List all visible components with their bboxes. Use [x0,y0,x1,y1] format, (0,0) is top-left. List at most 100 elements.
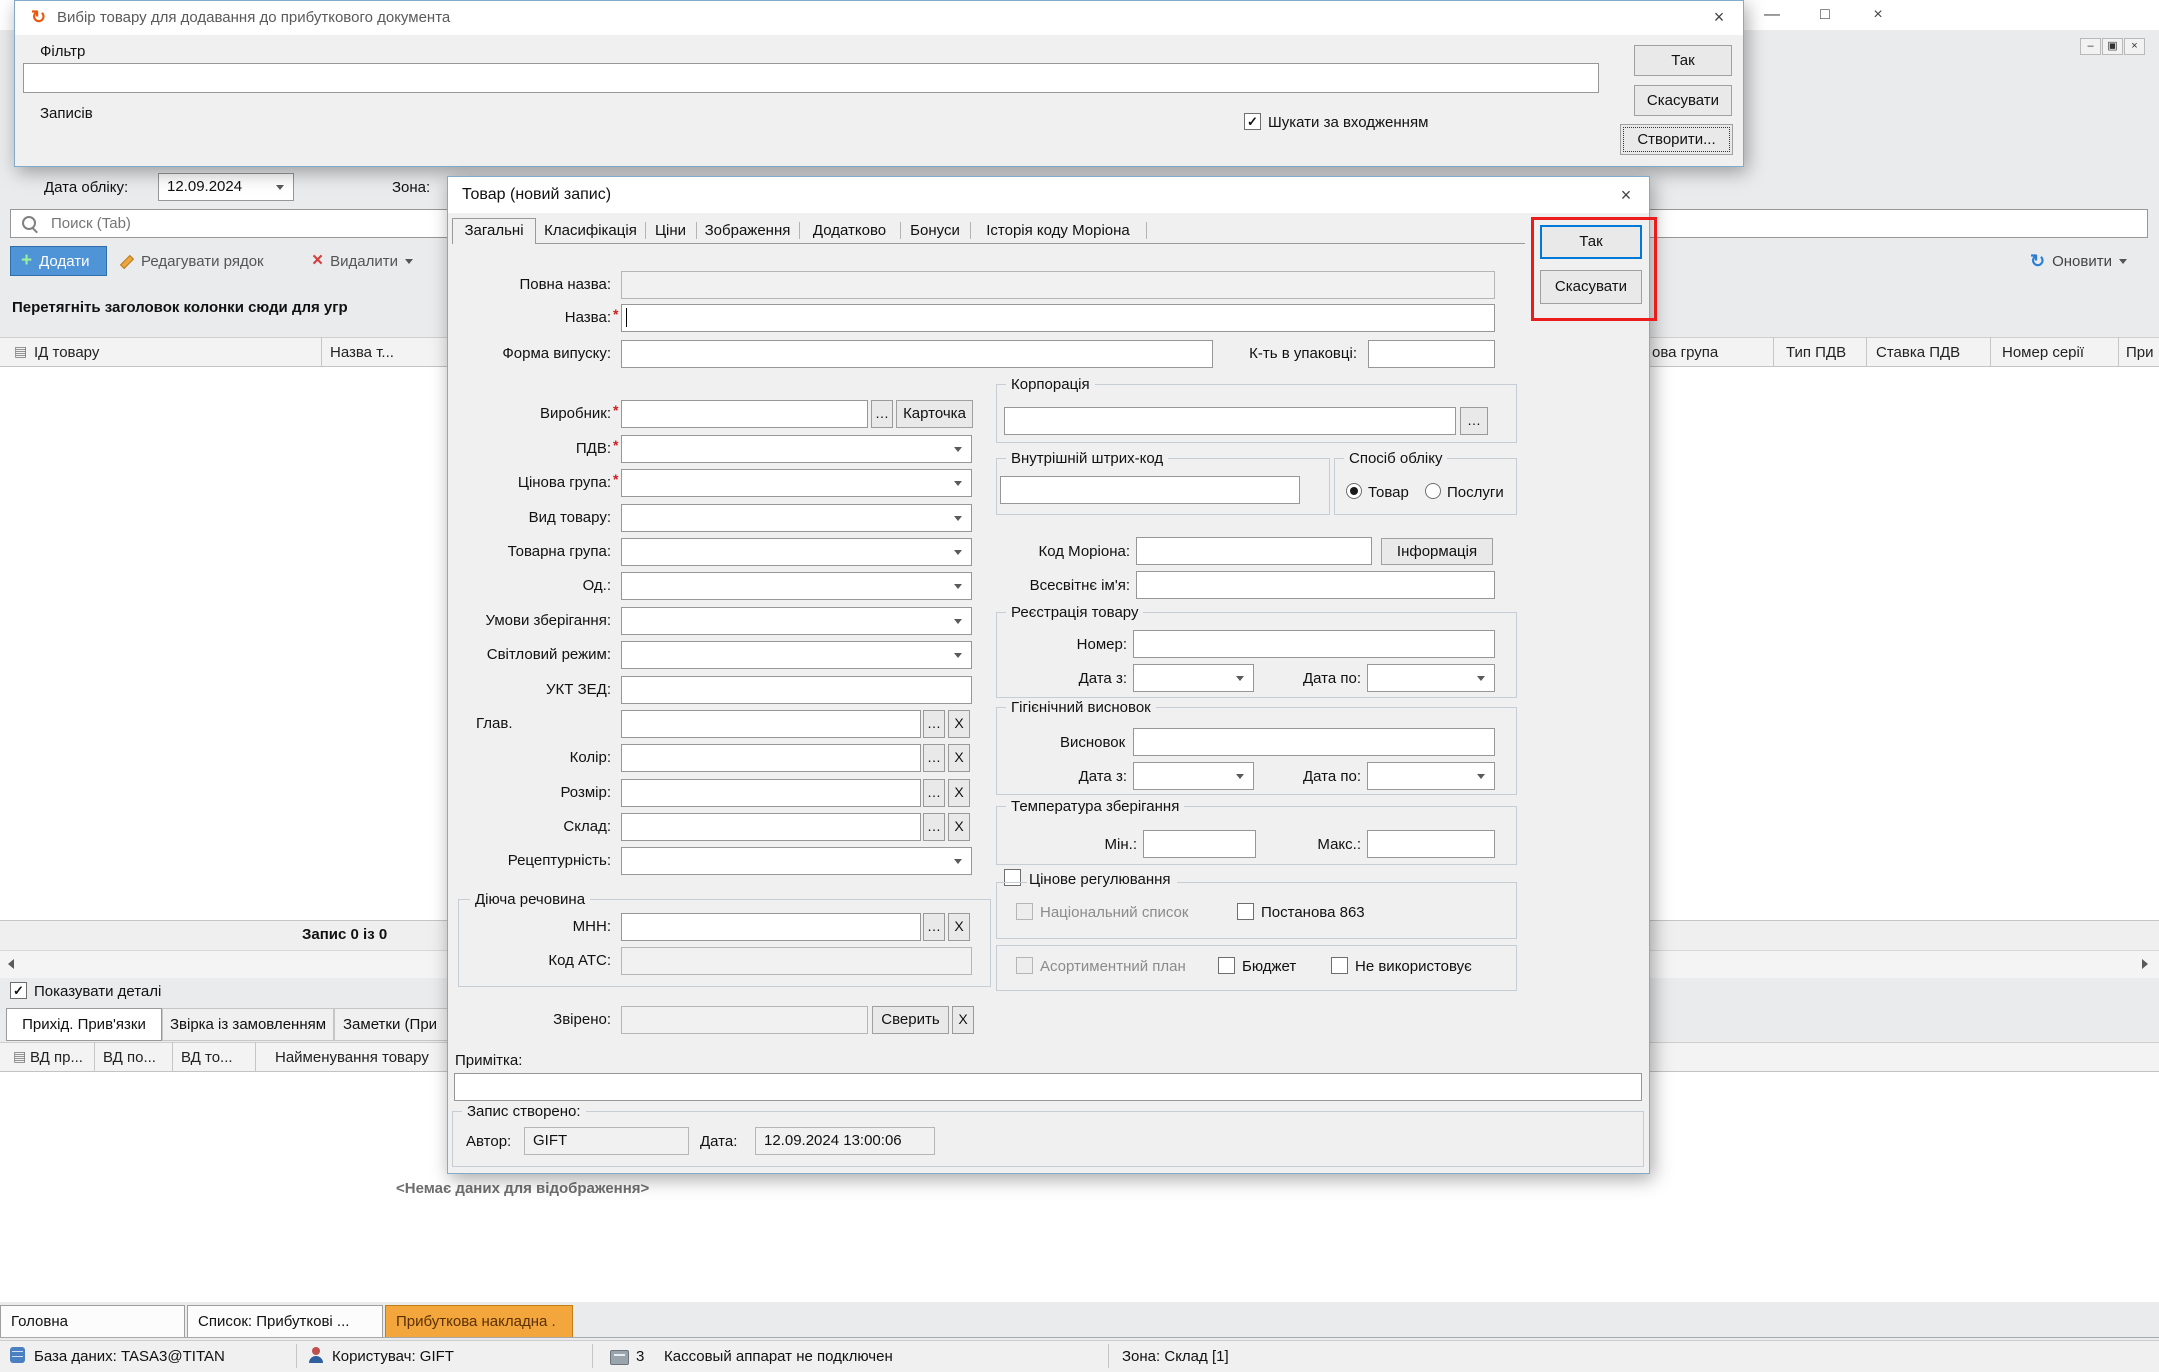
prescription-combo[interactable] [621,847,972,875]
column-header-serial[interactable]: Номер серії [2002,344,2084,361]
warehouse-field[interactable] [621,813,921,841]
ok-button[interactable]: Так [1540,225,1642,259]
delete-button[interactable]: × Видалити [312,246,440,276]
close-icon[interactable]: × [1705,6,1733,30]
verify-button[interactable]: Сверить [872,1006,949,1034]
goods-radio[interactable] [1346,483,1362,499]
verified-clear-button[interactable]: X [952,1006,974,1034]
vat-combo[interactable] [621,435,972,463]
show-details-checkbox[interactable]: ✓ [10,982,27,999]
release-form-field[interactable] [621,340,1213,368]
column-header-pri[interactable]: При [2126,344,2154,361]
decree-863-checkbox[interactable] [1237,903,1254,920]
tab-images[interactable]: Зображення [696,222,800,239]
budget-checkbox[interactable] [1218,957,1235,974]
product-type-combo[interactable] [621,504,972,532]
manufacturer-lookup-button[interactable]: … [871,400,893,428]
price-group-combo[interactable] [621,469,972,497]
glav-field[interactable] [621,710,921,738]
size-lookup-button[interactable]: … [923,779,945,807]
cancel-button[interactable]: Скасувати [1634,85,1732,116]
detail-tab-orders[interactable]: Звірка із замовленням [162,1008,334,1041]
warehouse-lookup-button[interactable]: … [923,813,945,841]
mnn-field[interactable] [621,913,921,941]
reg-date-from-combo[interactable] [1133,664,1254,692]
filter-input[interactable] [23,63,1599,93]
color-clear-button[interactable]: X [948,744,970,772]
storage-conditions-combo[interactable] [621,607,972,635]
column-header-group[interactable]: ова група [1652,344,1718,361]
refresh-button[interactable]: ↻ Оновити [2030,246,2152,276]
accounting-date-combo[interactable]: 12.09.2024 [158,173,294,201]
color-field[interactable] [621,744,921,772]
doc-tab-main[interactable]: Головна [0,1305,185,1338]
tab-prices[interactable]: Ціни [645,222,697,239]
column-header-vat-rate[interactable]: Ставка ПДВ [1876,344,1960,361]
mnn-clear-button[interactable]: X [948,913,970,941]
column-header-vat-type[interactable]: Тип ПДВ [1786,344,1846,361]
warehouse-clear-button[interactable]: X [948,813,970,841]
tab-additional[interactable]: Додатково [799,222,901,239]
color-lookup-button[interactable]: … [923,744,945,772]
light-mode-combo[interactable] [621,641,972,669]
temp-min-field[interactable] [1143,830,1256,858]
scroll-right-icon[interactable] [2142,959,2148,969]
world-name-field[interactable] [1136,571,1495,599]
filter-label: Фільтр [40,43,85,60]
conclusion-field[interactable] [1133,728,1495,756]
minimize-button[interactable]: — [1750,3,1794,27]
note-field[interactable] [454,1073,1642,1101]
maximize-button[interactable]: □ [1803,3,1847,27]
mdi-restore-button[interactable]: ▣ [2102,38,2123,55]
close-icon[interactable]: × [1612,184,1640,208]
manufacturer-field[interactable] [621,400,868,428]
information-button[interactable]: Інформація [1381,538,1493,565]
detail-tab-notes[interactable]: Заметки (При [334,1008,452,1041]
mnn-lookup-button[interactable]: … [923,913,945,941]
create-button[interactable]: Створити... [1620,124,1733,155]
mdi-close-button[interactable]: × [2124,38,2145,55]
add-button[interactable]: + Додати [10,246,107,276]
edit-row-button[interactable]: Редагувати рядок [118,246,310,276]
morion-code-field[interactable] [1136,537,1372,565]
unit-combo[interactable] [621,572,972,600]
detail-column-vd-to[interactable]: ВД то... [181,1049,233,1066]
mdi-minimize-button[interactable]: – [2080,38,2101,55]
reg-date-to-combo[interactable] [1367,664,1495,692]
reg-number-field[interactable] [1133,630,1495,658]
ukt-zed-field[interactable] [621,676,972,704]
column-header-id[interactable]: ІД товару [34,344,99,361]
detail-tab-bindings[interactable]: Прихід. Прив'язки [6,1008,162,1041]
temp-max-field[interactable] [1367,830,1495,858]
glav-lookup-button[interactable]: … [923,710,945,738]
column-header-name[interactable]: Назва т... [330,344,394,361]
pack-qty-field[interactable] [1368,340,1495,368]
card-button[interactable]: Карточка [896,400,973,428]
tab-general[interactable]: Загальні [452,218,536,244]
tab-morion-history[interactable]: Історія коду Моріона [970,222,1147,239]
doc-tab-list[interactable]: Список: Прибуткові ... [187,1305,383,1338]
name-field[interactable] [621,304,1495,332]
goods-group-combo[interactable] [621,538,972,566]
doc-tab-invoice[interactable]: Прибуткова накладна . [385,1305,573,1338]
not-used-checkbox[interactable] [1331,957,1348,974]
detail-column-vd-pr[interactable]: ВД пр... [30,1049,83,1066]
cancel-button[interactable]: Скасувати [1540,270,1642,304]
detail-column-product-name[interactable]: Найменування товару [275,1049,429,1066]
ok-button[interactable]: Так [1634,45,1732,76]
size-clear-button[interactable]: X [948,779,970,807]
tab-bonuses[interactable]: Бонуси [900,222,971,239]
barcode-field[interactable] [1000,476,1300,504]
hyg-date-to-combo[interactable] [1367,762,1495,790]
close-button[interactable]: × [1856,3,1900,27]
corporation-field[interactable] [1004,407,1456,435]
detail-column-vd-po[interactable]: ВД по... [103,1049,156,1066]
size-field[interactable] [621,779,921,807]
scroll-left-icon[interactable] [8,959,14,969]
tab-classification[interactable]: Класифікація [536,222,646,239]
glav-clear-button[interactable]: X [948,710,970,738]
hyg-date-from-combo[interactable] [1133,762,1254,790]
corporation-lookup-button[interactable]: … [1460,407,1488,435]
search-by-entry-checkbox[interactable]: ✓ [1244,113,1261,130]
services-radio[interactable] [1425,483,1441,499]
